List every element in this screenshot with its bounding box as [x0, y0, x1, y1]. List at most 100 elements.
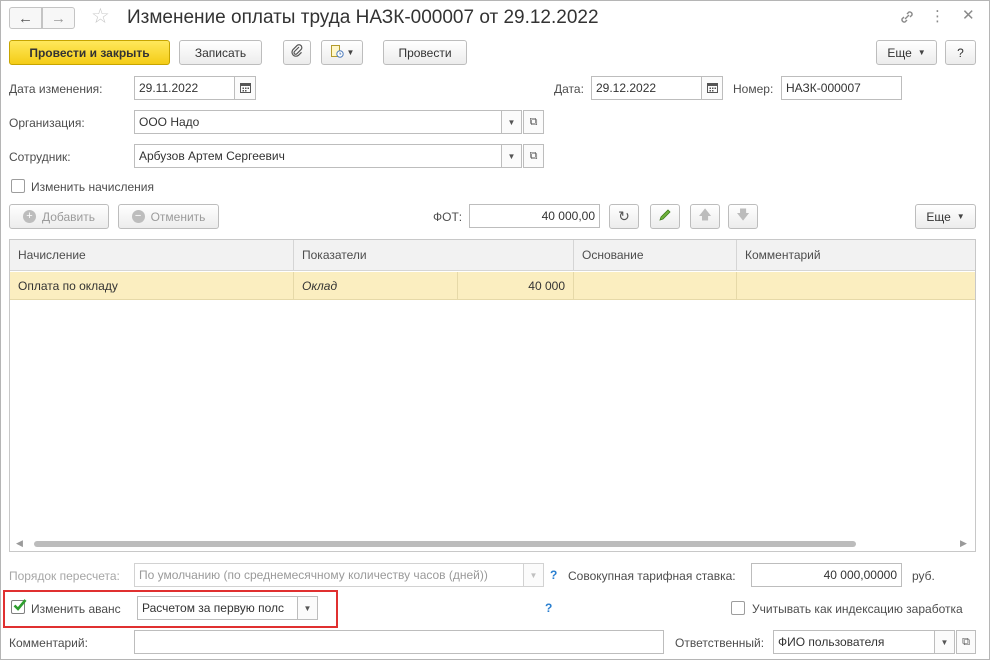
horizontal-scrollbar[interactable]: ◀ ▶ — [10, 537, 975, 551]
create-based-on-button[interactable]: ▼ — [321, 40, 363, 65]
arrow-down-icon: 🡇 — [736, 206, 750, 222]
comment-label: Комментарий: — [9, 636, 88, 650]
edit-button[interactable] — [650, 204, 680, 229]
date-calendar-button[interactable] — [701, 76, 723, 100]
chevron-down-icon: ▼ — [507, 151, 516, 161]
change-date-label: Дата изменения: — [9, 82, 103, 96]
recalc-order-dropdown-button[interactable]: ▼ — [523, 563, 544, 587]
comment-field[interactable] — [134, 630, 664, 654]
calendar-icon — [706, 82, 718, 95]
refresh-icon: ↻ — [618, 208, 630, 224]
fot-label: ФОТ: — [433, 210, 463, 224]
table-header: Начисление Показатели Основание Коммента… — [10, 240, 975, 271]
pencil-icon — [658, 208, 672, 225]
arrow-right-icon: → — [51, 9, 66, 27]
advance-method-dropdown-button[interactable]: ▼ — [297, 596, 318, 620]
rate-field[interactable]: 40 000,00000 — [751, 563, 902, 587]
post-button[interactable]: Провести — [383, 40, 467, 65]
change-accruals-checkbox[interactable] — [11, 179, 25, 193]
favorite-star-icon[interactable]: ☆ — [91, 5, 110, 29]
grid-more-button[interactable]: Еще ▼ — [915, 204, 976, 229]
cancel-row-button[interactable]: − Отменить — [118, 204, 219, 229]
date-field[interactable]: 29.12.2022 — [591, 76, 702, 100]
plus-circle-icon: + — [22, 210, 36, 223]
organization-field[interactable]: ООО Надо — [134, 110, 502, 134]
add-row-button[interactable]: + Добавить — [9, 204, 109, 229]
indexation-checkbox[interactable] — [731, 601, 745, 615]
rate-unit: руб. — [912, 569, 935, 583]
more-actions-button[interactable]: Еще ▼ — [876, 40, 937, 65]
save-button[interactable]: Записать — [179, 40, 262, 65]
scroll-right-icon[interactable]: ▶ — [960, 538, 967, 549]
change-accruals-label: Изменить начисления — [31, 180, 154, 194]
cell-comment — [737, 272, 975, 300]
organization-dropdown-button[interactable]: ▼ — [501, 110, 522, 134]
organization-label: Организация: — [9, 116, 85, 130]
open-window-icon: ⧉ — [529, 149, 538, 162]
change-advance-checkbox[interactable] — [11, 597, 28, 616]
change-date-calendar-button[interactable] — [234, 76, 256, 100]
indexation-label: Учитывать как индексацию заработка — [752, 602, 963, 616]
document-clock-icon — [330, 44, 344, 61]
arrow-left-icon: ← — [18, 9, 33, 27]
open-window-icon: ⧉ — [529, 115, 538, 128]
responsible-dropdown-button[interactable]: ▼ — [934, 630, 955, 654]
column-header-basis[interactable]: Основание — [574, 240, 737, 270]
recalc-help-icon[interactable]: ? — [550, 568, 557, 582]
recalc-order-field[interactable]: По умолчанию (по среднемесячному количес… — [134, 563, 524, 587]
employee-field[interactable]: Арбузов Артем Сергеевич — [134, 144, 502, 168]
grid-more-label: Еще — [926, 209, 951, 224]
chevron-down-icon: ▼ — [917, 48, 926, 57]
arrow-up-icon: 🡅 — [698, 206, 712, 222]
chevron-down-icon: ▼ — [303, 603, 312, 613]
checkmark-icon — [12, 597, 28, 616]
paperclip-icon — [290, 44, 304, 61]
post-and-close-button[interactable]: Провести и закрыть — [9, 40, 170, 65]
rate-label: Совокупная тарифная ставка: — [568, 569, 736, 583]
accruals-table[interactable]: Начисление Показатели Основание Коммента… — [9, 239, 976, 552]
scroll-left-icon[interactable]: ◀ — [16, 538, 23, 549]
column-header-comment[interactable]: Комментарий — [737, 240, 975, 270]
responsible-open-button[interactable]: ⧉ — [956, 630, 976, 654]
organization-open-button[interactable]: ⧉ — [523, 110, 544, 134]
more-actions-label: Еще — [887, 45, 912, 60]
advance-method-field[interactable]: Расчетом за первую полс — [137, 596, 298, 620]
cell-indicator-value: 40 000 — [458, 272, 574, 300]
responsible-label: Ответственный: — [675, 636, 765, 650]
employee-dropdown-button[interactable]: ▼ — [501, 144, 522, 168]
number-label: Номер: — [733, 82, 774, 96]
calendar-icon — [239, 82, 251, 95]
close-icon[interactable]: ✕ — [962, 8, 975, 24]
fot-field[interactable]: 40 000,00 — [469, 204, 600, 228]
forward-button[interactable]: → — [42, 7, 75, 29]
chevron-down-icon: ▼ — [529, 570, 538, 580]
column-header-indicators[interactable]: Показатели — [294, 240, 574, 270]
scrollbar-thumb[interactable] — [34, 541, 856, 547]
change-date-field[interactable]: 29.11.2022 — [134, 76, 235, 100]
table-row[interactable]: Оплата по окладу Оклад 40 000 — [10, 272, 975, 300]
attach-button[interactable] — [283, 40, 311, 65]
open-window-icon: ⧉ — [962, 635, 970, 648]
cancel-row-label: Отменить — [150, 209, 206, 224]
responsible-field[interactable]: ФИО пользователя — [773, 630, 935, 654]
help-button[interactable]: ? — [945, 40, 976, 65]
refresh-button[interactable]: ↻ — [609, 204, 639, 229]
cell-accrual: Оплата по окладу — [10, 272, 294, 300]
chevron-down-icon: ▼ — [940, 637, 949, 647]
change-advance-label: Изменить аванс — [31, 602, 121, 616]
cell-basis — [574, 272, 737, 300]
minus-circle-icon: − — [131, 210, 145, 223]
move-down-button[interactable]: 🡇 — [728, 204, 758, 229]
advance-help-icon[interactable]: ? — [545, 601, 552, 615]
recalc-order-label: Порядок пересчета: — [9, 569, 120, 583]
number-field[interactable]: НАЗК-000007 — [781, 76, 902, 100]
employee-label: Сотрудник: — [9, 150, 71, 164]
date-label: Дата: — [554, 82, 584, 96]
back-button[interactable]: ← — [9, 7, 42, 29]
chevron-down-icon: ▼ — [956, 212, 965, 221]
column-header-accrual[interactable]: Начисление — [10, 240, 294, 270]
more-vertical-icon[interactable]: ⋮ — [930, 9, 945, 25]
move-up-button[interactable]: 🡅 — [690, 204, 720, 229]
link-icon[interactable] — [899, 9, 915, 29]
employee-open-button[interactable]: ⧉ — [523, 144, 544, 168]
